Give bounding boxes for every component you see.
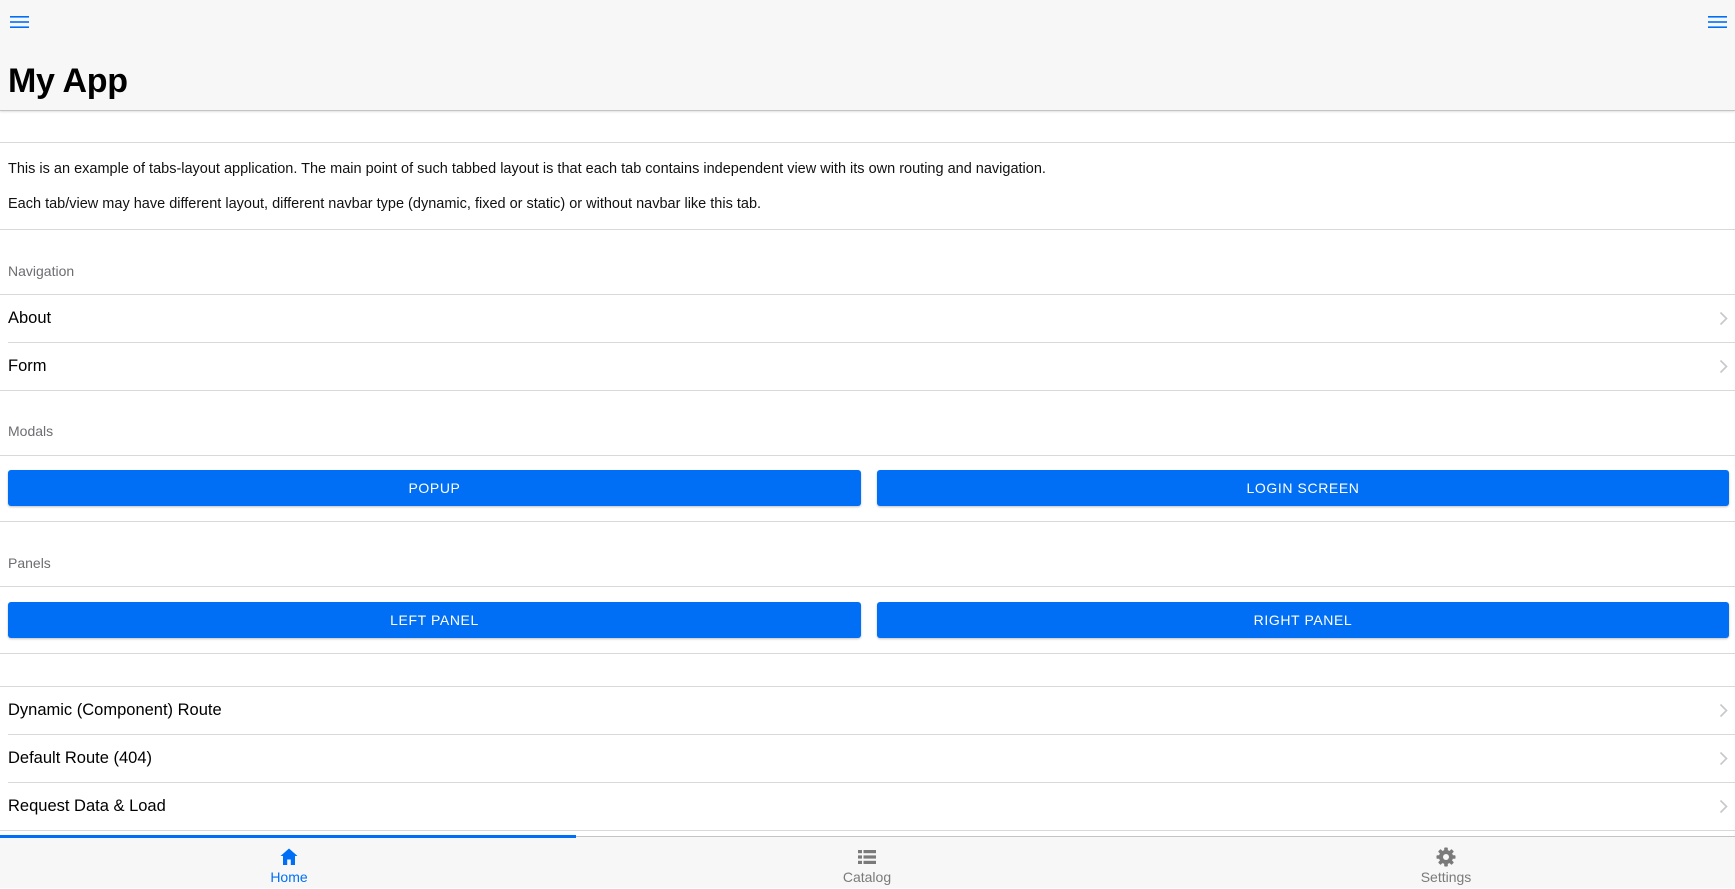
right-panel-button[interactable]: RIGHT PANEL	[877, 602, 1729, 638]
page-title: My App	[8, 62, 128, 100]
house-icon	[278, 846, 300, 868]
intro-paragraph: Each tab/view may have different layout,…	[8, 196, 762, 212]
divider	[0, 390, 1735, 391]
gear-icon	[1435, 846, 1457, 868]
block-title-modals: Modals	[8, 423, 54, 439]
divider	[0, 455, 1735, 456]
tab-settings[interactable]: Settings	[1157, 837, 1735, 889]
list-item-form[interactable]: Form	[0, 343, 1735, 390]
list-item-default-route[interactable]: Default Route (404)	[0, 735, 1735, 782]
list-item-label: Dynamic (Component) Route	[8, 701, 222, 719]
divider	[0, 586, 1735, 587]
login-screen-button[interactable]: LOGIN SCREEN	[877, 470, 1729, 506]
tab-label: Catalog	[842, 869, 892, 885]
list-item-label: Request Data & Load	[8, 797, 166, 815]
list-item-label: About	[8, 309, 52, 327]
tab-label: Home	[270, 869, 308, 885]
chevron-right-icon	[1719, 751, 1728, 766]
list-item-label: Default Route (404)	[8, 749, 152, 767]
tabbar: Home Catalog Settings	[0, 835, 1735, 889]
tab-label: Settings	[1420, 869, 1472, 885]
intro-paragraph: This is an example of tabs-layout applic…	[8, 161, 1046, 177]
menu-icon[interactable]	[9, 14, 31, 30]
left-panel-button[interactable]: LEFT PANEL	[8, 602, 861, 638]
menu-icon[interactable]	[1706, 14, 1728, 30]
chevron-right-icon	[1719, 359, 1728, 374]
chevron-right-icon	[1719, 703, 1728, 718]
tab-home[interactable]: Home	[0, 837, 578, 889]
divider	[0, 521, 1735, 522]
page-content: This is an example of tabs-layout applic…	[0, 111, 1735, 836]
divider	[0, 229, 1735, 230]
list-icon	[856, 846, 878, 868]
list-item-dynamic-route[interactable]: Dynamic (Component) Route	[0, 687, 1735, 734]
list-item-label: Form	[8, 357, 47, 375]
chevron-right-icon	[1719, 311, 1728, 326]
block-title-panels: Panels	[8, 555, 51, 571]
tab-catalog[interactable]: Catalog	[578, 837, 1156, 889]
navbar: My App	[0, 0, 1735, 111]
popup-button[interactable]: POPUP	[8, 470, 861, 506]
list-item-request-data[interactable]: Request Data & Load	[0, 783, 1735, 830]
divider	[0, 830, 1735, 831]
block-title-navigation: Navigation	[8, 263, 75, 279]
divider	[0, 142, 1735, 143]
chevron-right-icon	[1719, 799, 1728, 814]
divider	[0, 653, 1735, 654]
list-item-about[interactable]: About	[0, 295, 1735, 342]
